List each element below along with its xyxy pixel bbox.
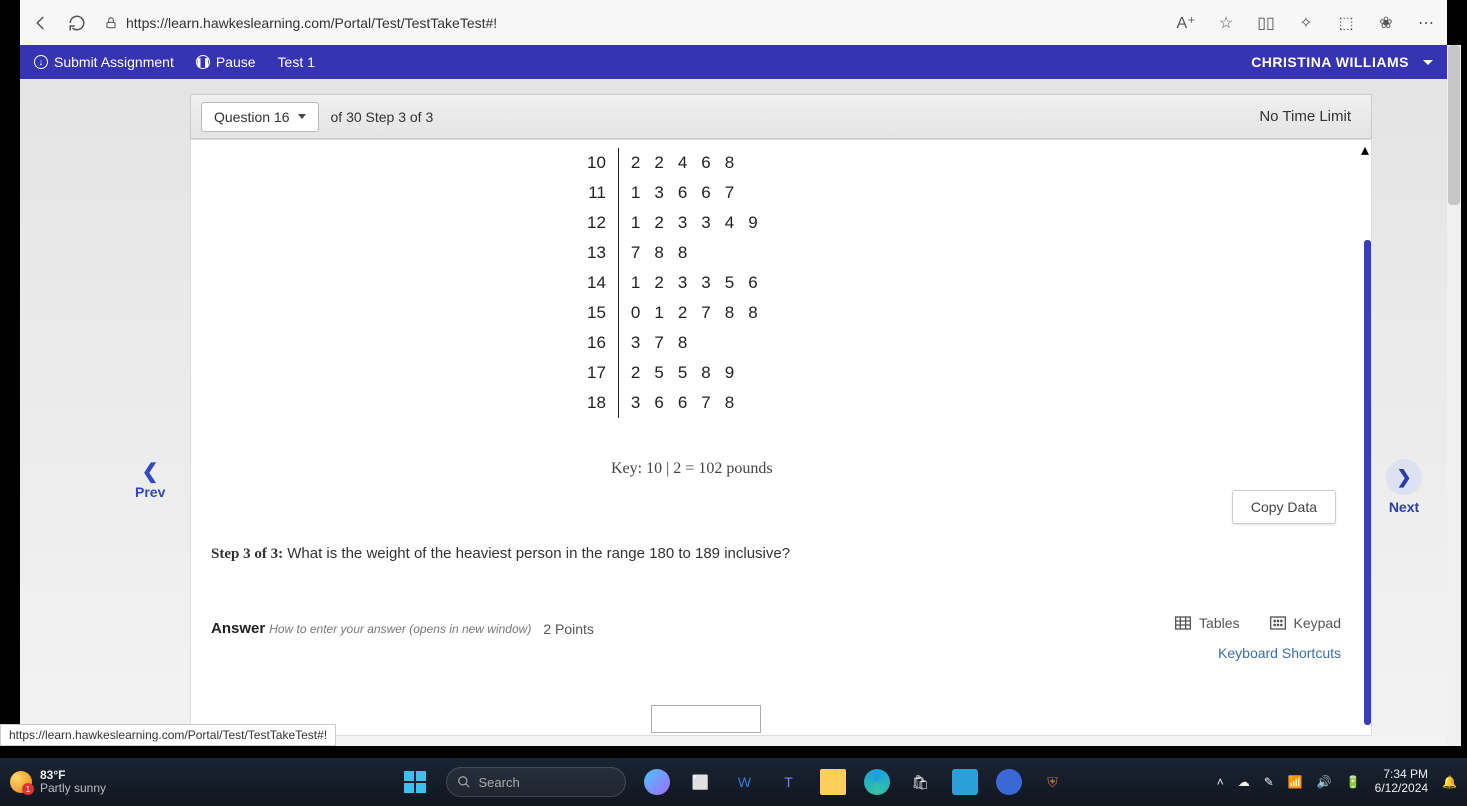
- scroll-up-icon[interactable]: ▴: [1361, 140, 1371, 150]
- answer-input[interactable]: [651, 705, 761, 733]
- url-text: https://learn.hawkeslearning.com/Portal/…: [126, 15, 497, 31]
- explorer-icon[interactable]: [820, 769, 846, 795]
- lock-icon: [104, 16, 118, 30]
- stem-leaf-row: 1113667: [581, 178, 778, 208]
- edge-icon[interactable]: [864, 769, 890, 795]
- user-name: CHRISTINA WILLIAMS: [1251, 54, 1409, 70]
- app-header: ↓ Submit Assignment ❚❚ Pause Test 1 CHRI…: [20, 45, 1447, 79]
- notifications-icon[interactable]: 🔔: [1442, 775, 1457, 789]
- answer-hint-link[interactable]: How to enter your answer (opens in new w…: [269, 622, 531, 636]
- app1-icon[interactable]: [952, 769, 978, 795]
- test-label: Test 1: [278, 54, 315, 70]
- wifi-icon[interactable]: 📶: [1288, 775, 1303, 789]
- weather-icon: 1: [10, 771, 32, 793]
- browser-toolbar: https://learn.hawkeslearning.com/Portal/…: [20, 0, 1447, 45]
- onedrive-icon[interactable]: ☁: [1238, 775, 1250, 789]
- stem-leaf-row: 12123349: [581, 208, 778, 238]
- keypad-button[interactable]: Keypad: [1270, 615, 1341, 631]
- chevron-right-icon: ❯: [1396, 467, 1411, 488]
- pause-button[interactable]: ❚❚ Pause: [196, 54, 256, 70]
- stem-leaf-row: 15012788: [581, 298, 778, 328]
- answer-points: 2 Points: [543, 621, 594, 637]
- panel-scrollbar[interactable]: [1364, 240, 1371, 725]
- prev-button[interactable]: ❮ Prev: [135, 459, 165, 500]
- address-bar[interactable]: https://learn.hawkeslearning.com/Portal/…: [104, 15, 1159, 31]
- user-menu-caret[interactable]: [1423, 60, 1433, 65]
- copilot-icon[interactable]: [644, 769, 670, 795]
- stem-leaf-row: 1725589: [581, 358, 778, 388]
- word-icon[interactable]: W: [732, 769, 758, 795]
- chevron-down-icon: [298, 114, 306, 119]
- pause-icon: ❚❚: [196, 55, 210, 69]
- timer-label: No Time Limit: [1259, 108, 1351, 125]
- weather-widget[interactable]: 1 83°F Partly sunny: [10, 769, 106, 795]
- question-header: Question 16 of 30 Step 3 of 3 No Time Li…: [190, 94, 1372, 139]
- stem-leaf-row: 16378: [581, 328, 778, 358]
- clock[interactable]: 7:34 PM 6/12/2024: [1375, 768, 1428, 796]
- plot-key: Key: 10 | 2 = 102 pounds: [611, 460, 773, 478]
- page-scrollbar[interactable]: [1447, 45, 1461, 746]
- read-aloud-icon[interactable]: A⁺: [1177, 14, 1195, 32]
- status-bar-link: https://learn.hawkeslearning.com/Portal/…: [0, 724, 336, 746]
- collections-icon[interactable]: ✧: [1297, 14, 1315, 32]
- start-button[interactable]: [402, 769, 428, 795]
- keyboard-shortcuts-link[interactable]: Keyboard Shortcuts: [1218, 645, 1341, 661]
- store-icon[interactable]: 🛍: [908, 769, 934, 795]
- back-icon[interactable]: [32, 14, 50, 32]
- battery-icon[interactable]: 🔋: [1346, 775, 1361, 789]
- split-icon[interactable]: ▯▯: [1257, 14, 1275, 32]
- question-panel: ▴ 10224681113667121233491378814123356150…: [190, 139, 1372, 736]
- extension-icon[interactable]: ❀: [1377, 14, 1395, 32]
- stem-leaf-row: 1022468: [581, 148, 778, 178]
- tray-chevron-icon[interactable]: ˄: [1217, 775, 1224, 789]
- teams-icon[interactable]: T: [776, 769, 802, 795]
- copy-data-button[interactable]: Copy Data: [1232, 490, 1336, 524]
- windows-taskbar: 1 83°F Partly sunny Search ⬜ W T 🛍 ⛨ ˄ ☁…: [0, 758, 1467, 806]
- next-button[interactable]: ❯ Next: [1386, 459, 1422, 515]
- table-icon: [1175, 616, 1191, 630]
- submit-assignment-button[interactable]: ↓ Submit Assignment: [34, 54, 174, 70]
- question-dropdown[interactable]: Question 16: [201, 102, 319, 132]
- volume-icon[interactable]: 🔊: [1317, 775, 1332, 789]
- search-icon: [457, 775, 471, 789]
- content-area: Question 16 of 30 Step 3 of 3 No Time Li…: [20, 79, 1447, 746]
- security-icon[interactable]: ⛨: [1040, 769, 1066, 795]
- question-prompt: Step 3 of 3: What is the weight of the h…: [211, 545, 790, 563]
- keypad-icon: [1270, 616, 1286, 630]
- taskbar-search[interactable]: Search: [446, 767, 626, 797]
- chevron-left-icon: ❮: [135, 459, 165, 484]
- tables-button[interactable]: Tables: [1175, 615, 1239, 631]
- task-view-icon[interactable]: ⬜: [688, 769, 714, 795]
- favorite-icon[interactable]: ☆: [1217, 14, 1235, 32]
- step-indicator: of 30 Step 3 of 3: [331, 109, 434, 125]
- refresh-icon[interactable]: [68, 14, 86, 32]
- weather-cond: Partly sunny: [40, 782, 106, 795]
- tray-app-icon[interactable]: ✎: [1264, 775, 1274, 789]
- app-icon[interactable]: ⬚: [1337, 14, 1355, 32]
- more-icon[interactable]: ⋯: [1417, 14, 1435, 32]
- stem-leaf-row: 14123356: [581, 268, 778, 298]
- submit-icon: ↓: [34, 55, 48, 69]
- stem-leaf-plot: 1022468111366712123349137881412335615012…: [581, 148, 778, 418]
- stem-leaf-row: 13788: [581, 238, 778, 268]
- help-icon[interactable]: [996, 769, 1022, 795]
- stem-leaf-row: 1836678: [581, 388, 778, 418]
